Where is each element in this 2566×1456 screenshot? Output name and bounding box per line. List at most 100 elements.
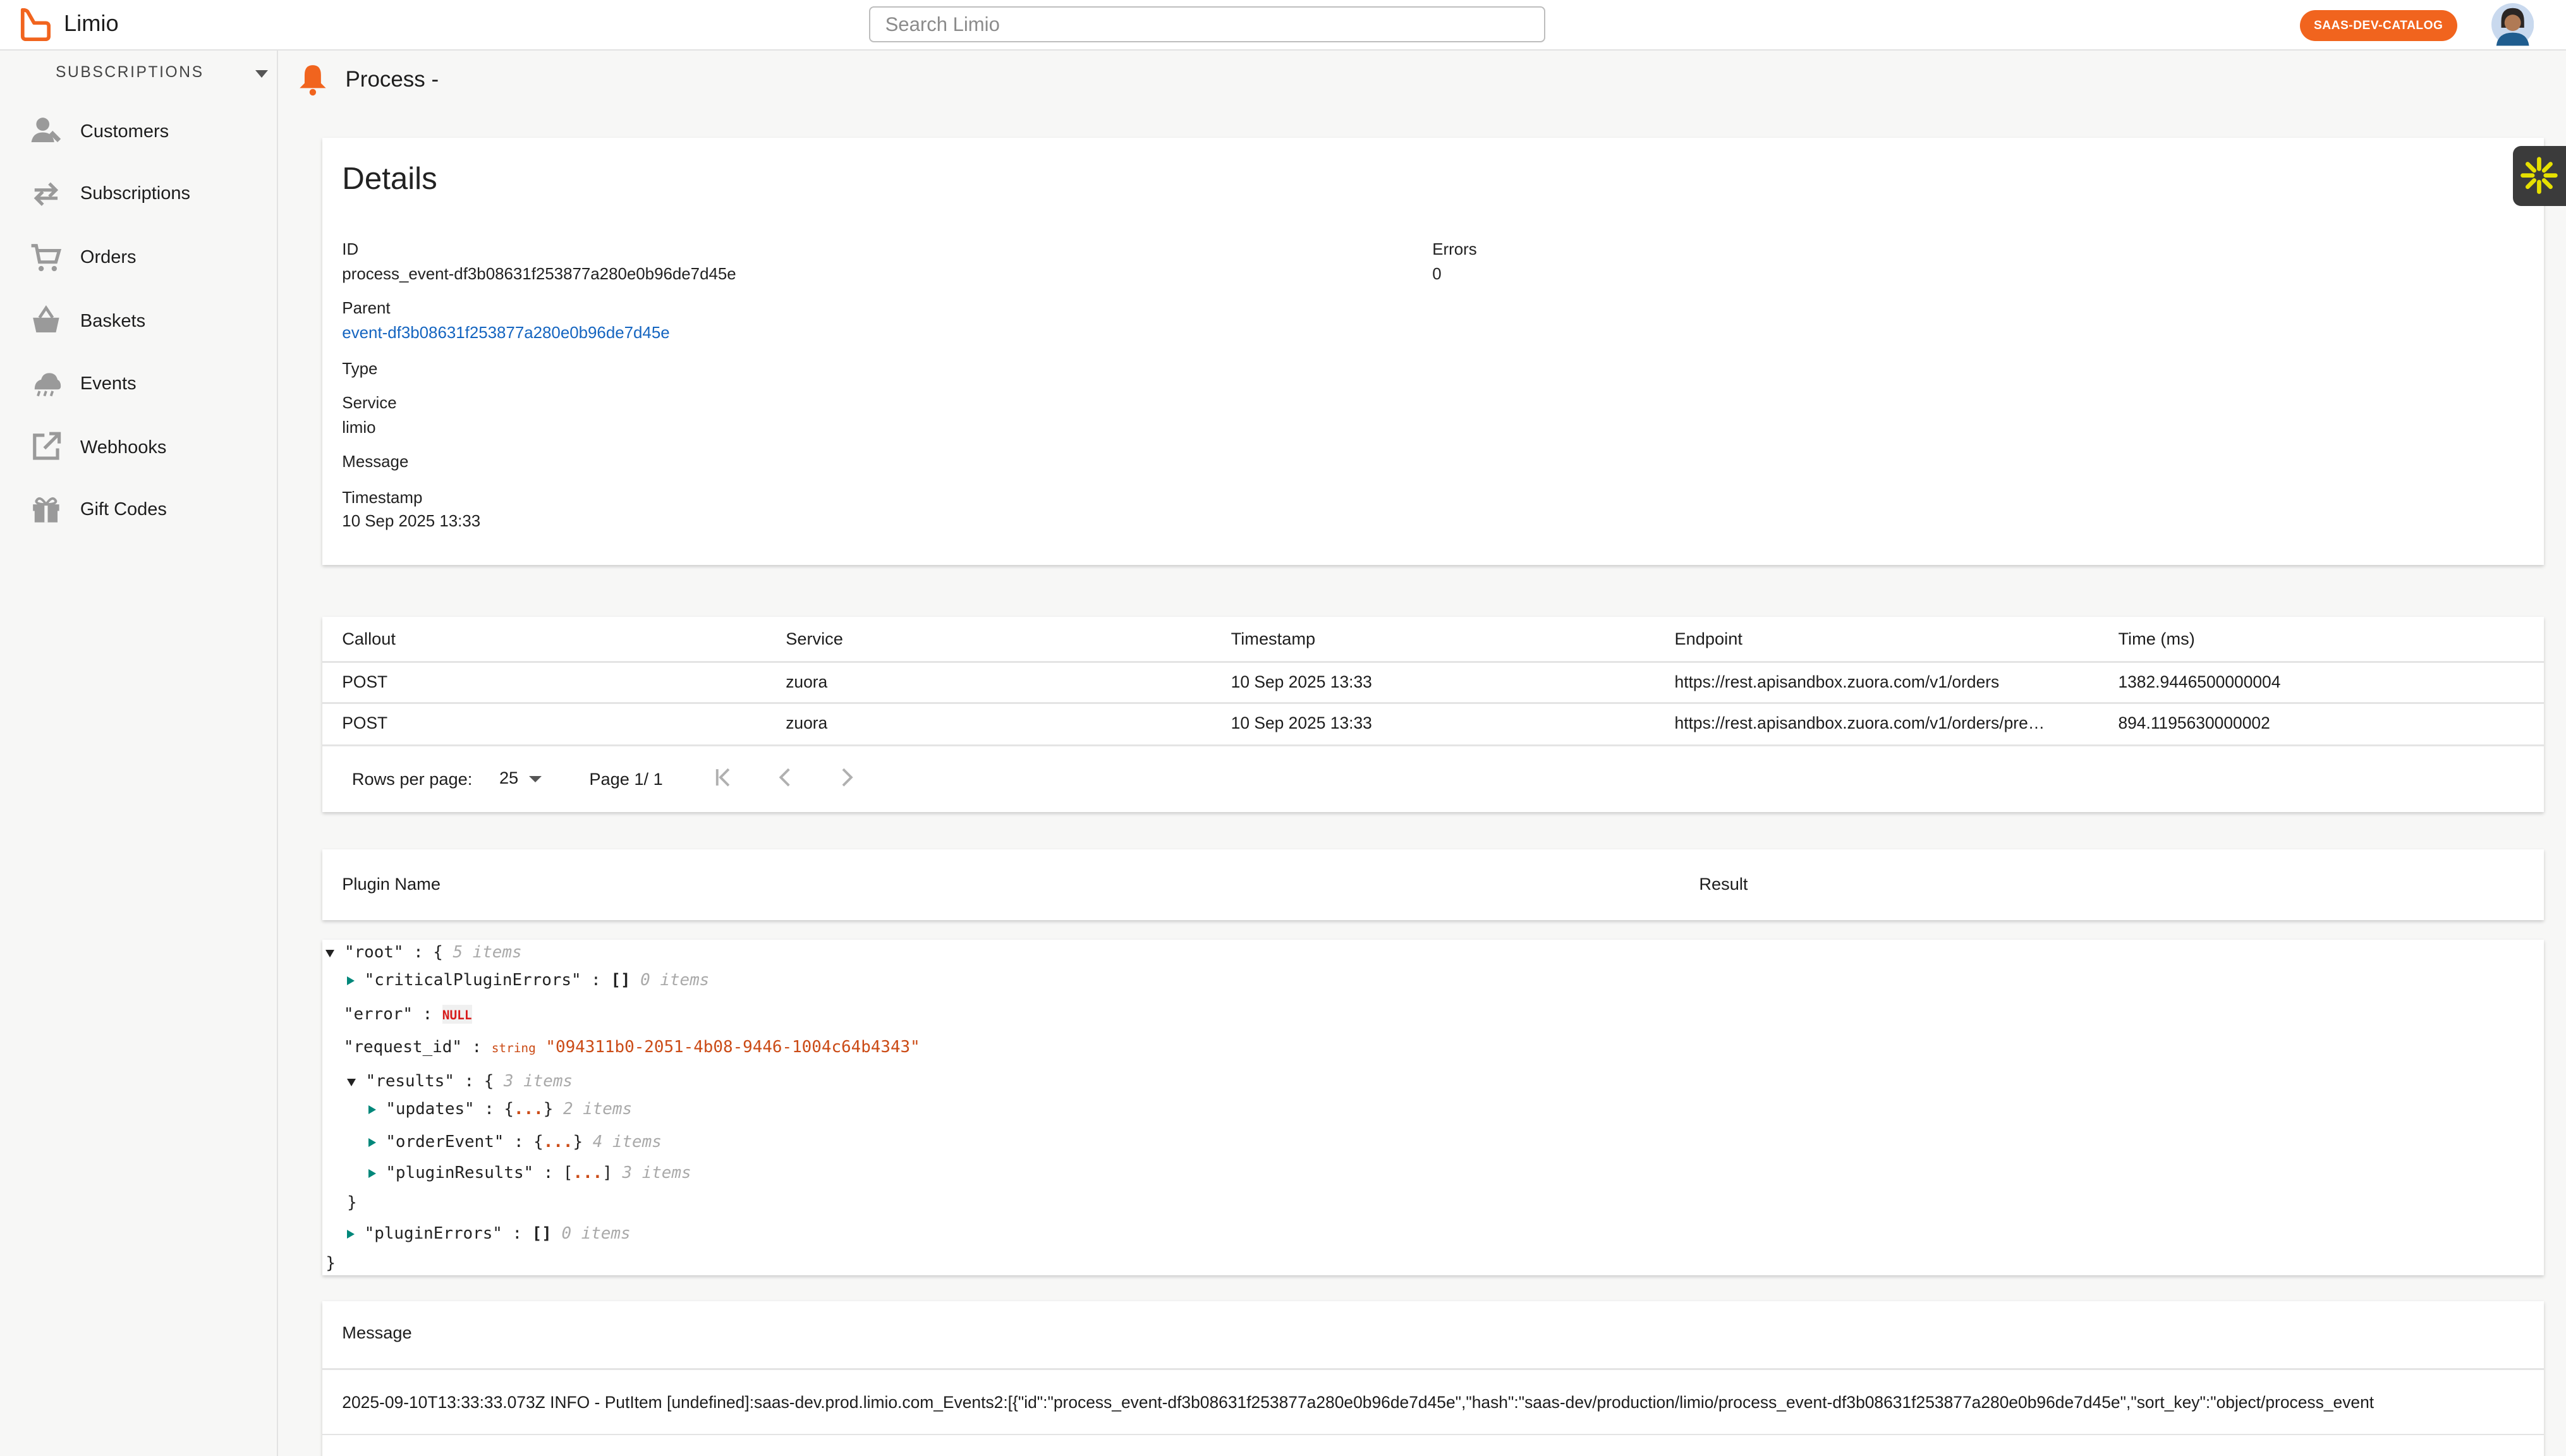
sidebar: SUBSCRIPTIONS Customers Subscriptions Or… [0,51,279,1456]
chevron-down-icon[interactable] [528,775,542,782]
column-header-endpoint[interactable]: Endpoint [1675,629,1742,649]
json-node-plugin-results[interactable]: "pluginResults" : [...] 3 items [368,1163,691,1182]
events-icon [34,373,61,397]
json-count: 0 items [561,1224,631,1244]
expand-icon[interactable] [347,976,355,985]
json-node-order-event[interactable]: "orderEvent" : {...} 4 items [368,1132,662,1151]
basket-icon [32,305,59,332]
sidebar-item-orders[interactable]: Orders [0,229,278,285]
json-count: 4 items [592,1132,662,1152]
json-brace: } [347,1193,357,1213]
errors-label: Errors [1432,240,1477,258]
json-null-value: NULL [442,1008,472,1023]
json-value: [] [532,1224,552,1244]
json-node-updates[interactable]: "updates" : {...} 2 items [368,1100,632,1119]
divider [322,661,2544,663]
id-label: ID [342,240,359,258]
expand-icon[interactable] [347,1230,355,1239]
timestamp-value: 10 Sep 2025 13:33 [342,512,481,530]
avatar[interactable] [2491,3,2534,46]
message-label: Message [342,453,409,471]
callout-method-link[interactable]: POST [342,672,387,692]
json-node-critical-plugin-errors[interactable]: "criticalPluginErrors" : [] 0 items [347,971,709,990]
help-widget-button[interactable] [2512,145,2566,207]
expand-icon[interactable] [368,1138,376,1148]
json-key: "pluginErrors" [364,1224,502,1244]
json-value: [] [611,970,631,990]
limio-logo-icon[interactable] [18,8,51,41]
table-cell: zuora [786,713,828,733]
cart-icon [31,243,61,271]
sidebar-item-customers[interactable]: Customers [0,103,278,159]
column-header-timestamp[interactable]: Timestamp [1231,629,1315,649]
gift-icon [32,497,59,523]
plugins-table-header: Plugin Name Result [322,849,2544,920]
sidebar-item-label: Orders [80,247,137,268]
expand-icon[interactable] [368,1169,376,1179]
column-header-service[interactable]: Service [786,629,843,649]
section-label: SUBSCRIPTIONS [56,63,204,81]
table-cell: 894.1195630000002 [2118,713,2270,733]
json-node-plugin-errors[interactable]: "pluginErrors" : [] 0 items [347,1224,631,1243]
json-string-value: "094311b0-2051-4b08-9446-1004c64b4343" [545,1038,920,1057]
sidebar-item-events[interactable]: Events [0,355,278,411]
sidebar-item-subscriptions[interactable]: Subscriptions [0,166,278,221]
subscriptions-icon [33,182,58,206]
json-key: "orderEvent" [386,1132,504,1152]
table-cell: 10 Sep 2025 13:33 [1231,713,1372,733]
json-key: "request_id" [343,1038,462,1057]
collapse-icon[interactable] [347,1079,356,1086]
previous-page-icon[interactable] [774,766,797,789]
table-cell: https://rest.apisandbox.zuora.com/v1/ord… [1674,672,2000,692]
sidebar-item-baskets[interactable]: Baskets [0,293,278,349]
first-page-icon[interactable] [712,766,735,789]
app-name[interactable]: Limio [64,10,119,37]
type-label: Type [342,360,378,378]
json-node-results[interactable]: "results" : { 3 items [347,1072,573,1091]
details-card: Details ID process_event-df3b08631f25387… [322,137,2544,565]
section-select[interactable]: SUBSCRIPTIONS [0,61,278,87]
sidebar-item-label: Webhooks [80,437,167,458]
parent-link[interactable]: event-df3b08631f253877a280e0b96de7d45e [342,324,669,343]
tenant-badge[interactable]: SAAS-DEV-CATALOG [2299,9,2457,41]
divider [322,744,2544,747]
json-brace: } [325,1253,336,1273]
json-key: "error" [343,1005,413,1024]
rows-per-page-select[interactable]: 25 [499,768,518,788]
sidebar-item-label: Subscriptions [80,183,190,204]
sidebar-item-label: Events [80,373,137,394]
json-node-error: "error" : NULL [343,1005,472,1024]
sidebar-item-gift-codes[interactable]: Gift Codes [0,481,278,537]
next-page-icon[interactable] [835,766,858,789]
customers-icon [31,118,61,143]
page-title: Process - [345,67,439,92]
sparkle-icon [2520,156,2558,194]
app-root: Limio SAAS-DEV-CATALOG SUBSCRIPTIONS Cus… [0,0,2566,1456]
chevron-down-icon [255,70,269,78]
json-key: "results" [365,1072,454,1091]
json-node-request-id: "request_id" : string "094311b0-2051-4b0… [343,1038,920,1057]
table-cell: 1382.9446500000004 [2118,672,2281,692]
json-count: 3 items [503,1072,573,1091]
search-input[interactable] [869,6,1545,43]
json-count: 2 items [562,1100,633,1119]
column-header-plugin-name[interactable]: Plugin Name [342,874,441,894]
expand-icon[interactable] [368,1105,376,1115]
service-value: limio [342,419,376,437]
column-header-callout[interactable]: Callout [342,629,396,649]
service-label: Service [342,394,397,413]
sidebar-item-webhooks[interactable]: Webhooks [0,419,278,475]
message-text: 2025-09-10T13:33:33.073Z INFO - PutItem … [342,1393,2374,1412]
json-key: "pluginResults" [386,1163,534,1183]
sidebar-item-label: Baskets [80,311,146,332]
column-header-time[interactable]: Time (ms) [2118,629,2194,649]
column-header-result[interactable]: Result [1699,874,1748,894]
callouts-table: Callout Service Timestamp Endpoint Time … [322,617,2544,812]
parent-label: Parent [342,299,391,317]
callout-method-link[interactable]: POST [342,713,387,733]
json-key: "updates" [386,1100,475,1119]
collapse-icon[interactable] [325,949,335,957]
json-node-root[interactable]: "root" : { 5 items [325,943,522,962]
table-cell: https://rest.apisandbox.zuora.com/v1/ord… [1674,713,2045,733]
divider [322,1368,2544,1370]
